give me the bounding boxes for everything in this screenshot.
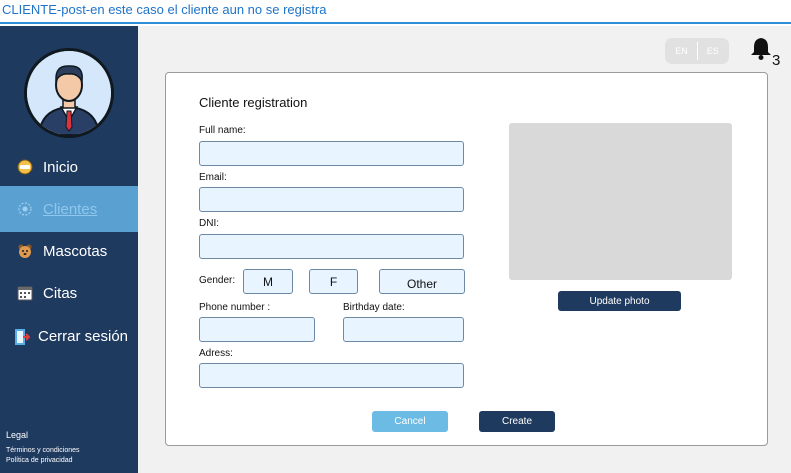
gender-m-button[interactable]: M bbox=[243, 269, 293, 294]
page-title: CLIENTE-post-en este caso el cliente aun… bbox=[2, 2, 327, 17]
legal-heading: Legal bbox=[6, 430, 29, 440]
privacy-link[interactable]: Política de privacidad bbox=[6, 457, 73, 464]
full-name-label: Full name: bbox=[199, 125, 246, 136]
avatar[interactable] bbox=[24, 48, 114, 138]
phone-label: Phone number : bbox=[199, 302, 271, 313]
sidebar-item-label: Inicio bbox=[43, 158, 79, 176]
phone-field[interactable] bbox=[199, 317, 315, 342]
gender-other-button[interactable]: Other bbox=[379, 269, 465, 294]
main-content: EN ES 3 Cliente registration Full name: … bbox=[138, 26, 791, 473]
top-bar: CLIENTE-post-en este caso el cliente aun… bbox=[0, 0, 791, 24]
start-icon bbox=[17, 159, 33, 175]
address-field[interactable] bbox=[199, 363, 464, 388]
clients-icon bbox=[17, 201, 33, 217]
sidebar-item-label: Cerrar sesión bbox=[38, 327, 129, 345]
sidebar: Inicio Clientes Mascotas Citas Cerrar se… bbox=[0, 26, 138, 473]
sidebar-item-label: Mascotas bbox=[43, 242, 108, 260]
terms-link[interactable]: Términos y condiciones bbox=[6, 447, 80, 454]
address-label: Adress: bbox=[199, 348, 233, 359]
calendar-icon bbox=[17, 285, 33, 301]
photo-placeholder bbox=[509, 123, 732, 280]
user-avatar-icon bbox=[27, 51, 111, 135]
notification-count: 3 bbox=[772, 52, 781, 69]
sidebar-item-citas[interactable]: Citas bbox=[0, 270, 138, 316]
update-photo-button[interactable]: Update photo bbox=[558, 291, 681, 311]
sidebar-item-mascotas[interactable]: Mascotas bbox=[0, 228, 138, 274]
dni-label: DNI: bbox=[199, 218, 219, 229]
gender-label: Gender: bbox=[199, 275, 236, 286]
lang-divider bbox=[696, 42, 698, 60]
form-title: Cliente registration bbox=[199, 95, 308, 110]
full-name-field[interactable] bbox=[199, 141, 464, 166]
sidebar-item-inicio[interactable]: Inicio bbox=[0, 144, 138, 190]
lang-es-option[interactable]: ES bbox=[707, 46, 719, 56]
language-toggle[interactable]: EN ES bbox=[665, 38, 729, 64]
email-label: Email: bbox=[199, 172, 227, 183]
birthday-label: Birthday date: bbox=[343, 302, 405, 313]
sidebar-item-cerrar-sesion[interactable]: Cerrar sesión bbox=[0, 313, 138, 359]
email-field[interactable] bbox=[199, 187, 464, 212]
registration-card: Cliente registration Full name: Email: D… bbox=[165, 72, 768, 446]
create-button[interactable]: Create bbox=[479, 411, 555, 432]
dni-field[interactable] bbox=[199, 234, 464, 259]
birthday-field[interactable] bbox=[343, 317, 464, 342]
sidebar-item-clientes[interactable]: Clientes bbox=[0, 186, 138, 232]
logout-icon bbox=[14, 328, 31, 345]
pet-icon bbox=[17, 243, 33, 259]
cancel-button[interactable]: Cancel bbox=[372, 411, 448, 432]
gender-f-button[interactable]: F bbox=[309, 269, 358, 294]
lang-en-option[interactable]: EN bbox=[675, 46, 688, 56]
sidebar-item-label: Citas bbox=[43, 284, 78, 302]
bell-icon[interactable] bbox=[750, 36, 772, 60]
sidebar-item-label: Clientes bbox=[43, 200, 98, 218]
